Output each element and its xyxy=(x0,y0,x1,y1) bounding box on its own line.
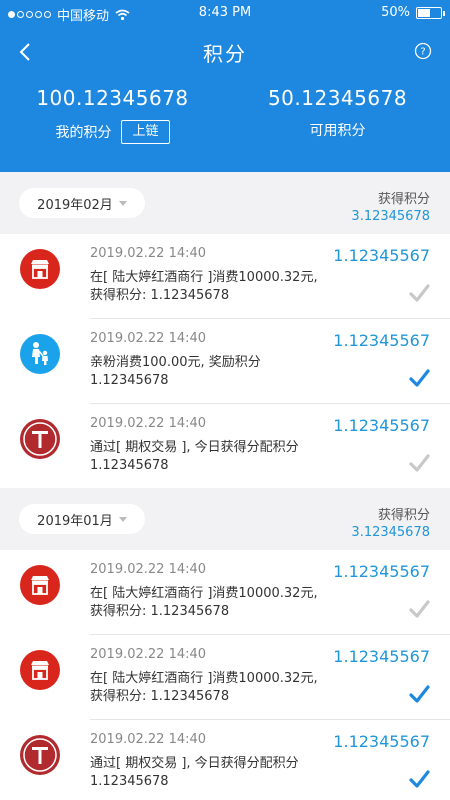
help-icon[interactable]: ? xyxy=(414,42,432,60)
month-section-header: 2019年02月 获得积分 3.12345678 xyxy=(0,172,450,234)
item-description: 在[ 陆大婷红酒商行 ]消费10000.32元, 获得积分: 1.1234567… xyxy=(90,269,350,305)
chain-button[interactable]: 上链 xyxy=(121,120,170,144)
caret-down-icon xyxy=(118,516,127,522)
item-desc-line: 1.12345678 xyxy=(90,373,169,388)
available-points-value: 50.12345678 xyxy=(267,86,408,110)
earned-summary: 获得积分 3.12345678 xyxy=(351,188,430,224)
battery-icon xyxy=(416,6,445,19)
item-date: 2019.02.22 14:40 xyxy=(90,331,207,346)
my-points-label: 我的积分 xyxy=(55,125,112,141)
item-desc-line: 在[ 陆大婷红酒商行 ]消费10000.32元, xyxy=(90,270,318,285)
list-item[interactable]: 2019.02.22 14:40 1.12345567 在[ 陆大婷红酒商行 ]… xyxy=(0,635,450,720)
status-bar: 中国移动 8:43 PM 50% xyxy=(0,0,450,26)
item-date: 2019.02.22 14:40 xyxy=(90,647,207,662)
item-description: 在[ 陆大婷红酒商行 ]消费10000.32元, 获得积分: 1.1234567… xyxy=(90,585,350,621)
t-letter-icon xyxy=(20,419,60,459)
item-amount: 1.12345567 xyxy=(333,562,430,581)
check-active-icon xyxy=(409,770,430,788)
month-section-header: 2019年01月 获得积分 3.12345678 xyxy=(0,488,450,550)
item-desc-line: 获得积分: 1.12345678 xyxy=(90,288,230,303)
list-item[interactable]: 2019.02.22 14:40 1.12345567 通过[ 期权交易 ], … xyxy=(0,720,450,800)
header: 中国移动 8:43 PM 50% 积分 ? 100.12345678 我的积分 … xyxy=(0,0,450,172)
earned-value: 3.12345678 xyxy=(351,209,430,224)
item-desc-line: 1.12345678 xyxy=(90,774,169,789)
check-active-icon xyxy=(409,369,430,387)
item-date: 2019.02.22 14:40 xyxy=(90,562,207,577)
item-desc-line: 通过[ 期权交易 ], 今日获得分配积分 xyxy=(90,756,299,771)
list-item[interactable]: 2019.02.22 14:40 1.12345567 亲粉消费100.00元,… xyxy=(0,319,450,404)
shop-icon xyxy=(20,565,60,605)
item-description: 通过[ 期权交易 ], 今日获得分配积分 1.12345678 xyxy=(90,439,350,475)
item-desc-line: 1.12345678 xyxy=(90,458,169,473)
item-desc-line: 通过[ 期权交易 ], 今日获得分配积分 xyxy=(90,440,299,455)
item-amount: 1.12345567 xyxy=(333,416,430,435)
shop-icon xyxy=(20,249,60,289)
item-description: 亲粉消费100.00元, 奖励积分 1.12345678 xyxy=(90,354,350,390)
shop-icon xyxy=(20,650,60,690)
item-description: 在[ 陆大婷红酒商行 ]消费10000.32元, 获得积分: 1.1234567… xyxy=(90,670,350,706)
earned-value: 3.12345678 xyxy=(351,525,430,540)
item-desc-line: 获得积分: 1.12345678 xyxy=(90,689,230,704)
earned-label: 获得积分 xyxy=(377,508,430,523)
item-date: 2019.02.22 14:40 xyxy=(90,732,207,747)
month-label: 2019年01月 xyxy=(37,513,113,529)
caret-down-icon xyxy=(118,200,127,206)
t-letter-icon xyxy=(20,735,60,775)
item-date: 2019.02.22 14:40 xyxy=(90,416,207,431)
my-points: 100.12345678 我的积分 上链 xyxy=(0,86,225,144)
item-desc-line: 在[ 陆大婷红酒商行 ]消费10000.32元, xyxy=(90,671,318,686)
item-description: 通过[ 期权交易 ], 今日获得分配积分 1.12345678 xyxy=(90,755,350,791)
family-icon xyxy=(20,334,60,374)
check-inactive-icon xyxy=(409,454,430,472)
list-item[interactable]: 2019.02.22 14:40 1.12345567 在[ 陆大婷红酒商行 ]… xyxy=(0,234,450,319)
item-amount: 1.12345567 xyxy=(333,331,430,350)
earned-summary: 获得积分 3.12345678 xyxy=(351,504,430,540)
list-item[interactable]: 2019.02.22 14:40 1.12345567 在[ 陆大婷红酒商行 ]… xyxy=(0,550,450,635)
item-desc-line: 在[ 陆大婷红酒商行 ]消费10000.32元, xyxy=(90,586,318,601)
available-points: 50.12345678 可用积分 xyxy=(225,86,450,140)
page-title: 积分 xyxy=(203,42,247,66)
earned-label: 获得积分 xyxy=(377,192,430,207)
item-desc-line: 获得积分: 1.12345678 xyxy=(90,604,230,619)
month-selector[interactable]: 2019年02月 xyxy=(19,188,145,218)
check-active-icon xyxy=(409,685,430,703)
month-label: 2019年02月 xyxy=(37,197,113,213)
check-inactive-icon xyxy=(409,600,430,618)
my-points-value: 100.12345678 xyxy=(36,86,189,110)
available-points-label: 可用积分 xyxy=(309,123,366,139)
check-inactive-icon xyxy=(409,284,430,302)
svg-text:?: ? xyxy=(420,47,425,58)
item-date: 2019.02.22 14:40 xyxy=(90,246,207,261)
item-desc-line: 亲粉消费100.00元, 奖励积分 xyxy=(90,355,261,370)
item-amount: 1.12345567 xyxy=(333,647,430,666)
list-item[interactable]: 2019.02.22 14:40 1.12345567 通过[ 期权交易 ], … xyxy=(0,404,450,489)
item-amount: 1.12345567 xyxy=(333,732,430,751)
item-amount: 1.12345567 xyxy=(333,246,430,265)
battery-percent: 50% xyxy=(381,5,410,20)
month-selector[interactable]: 2019年01月 xyxy=(19,504,145,534)
nav-bar: 积分 ? xyxy=(0,30,450,74)
